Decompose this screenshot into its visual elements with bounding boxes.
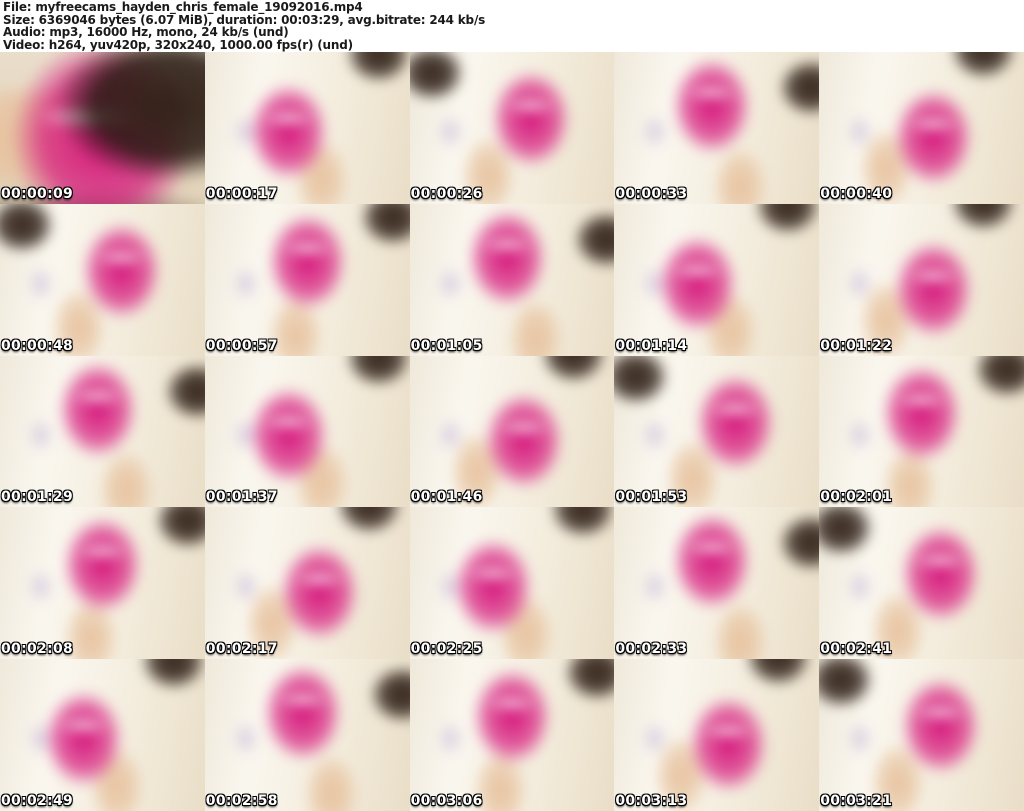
thumbnail-placeholder-art bbox=[0, 507, 205, 660]
timestamp-overlay: 00:00:57 bbox=[205, 337, 278, 354]
thumbnail-placeholder-art bbox=[819, 203, 1024, 356]
timestamp-overlay: 00:00:33 bbox=[615, 185, 688, 202]
thumbnail-cell: 00:00:57 bbox=[204, 203, 410, 356]
timestamp-overlay: 00:02:08 bbox=[1, 641, 74, 658]
thumbnail-cell: 00:02:33 bbox=[614, 507, 820, 660]
thumbnail-placeholder-art bbox=[0, 355, 205, 508]
timestamp-overlay: 00:03:13 bbox=[615, 792, 688, 809]
thumbnail-cell: 00:01:29 bbox=[0, 355, 205, 508]
thumbnail-cell: 00:01:46 bbox=[409, 355, 615, 508]
thumbnail-cell: 00:02:41 bbox=[819, 507, 1024, 660]
timestamp-overlay: 00:01:14 bbox=[615, 337, 688, 354]
timestamp-overlay: 00:00:40 bbox=[820, 185, 893, 202]
thumbnail-placeholder-art bbox=[819, 355, 1024, 508]
thumbnail-cell: 00:02:49 bbox=[0, 659, 205, 811]
timestamp-overlay: 00:02:49 bbox=[1, 792, 74, 809]
timestamp-overlay: 00:00:48 bbox=[1, 337, 74, 354]
thumbnail-placeholder-art bbox=[0, 203, 205, 356]
thumbnail-cell: 00:01:22 bbox=[819, 203, 1024, 356]
thumbnail-placeholder-art bbox=[409, 355, 615, 508]
thumbnail-placeholder-art bbox=[204, 507, 410, 660]
video-contact-sheet: File: myfreecams_hayden_chris_female_190… bbox=[0, 0, 1024, 811]
timestamp-overlay: 00:03:06 bbox=[410, 792, 483, 809]
thumbnail-placeholder-art bbox=[614, 203, 820, 356]
timestamp-overlay: 00:02:58 bbox=[205, 792, 278, 809]
thumbnail-cell: 00:00:09 bbox=[0, 52, 205, 204]
thumbnail-cell: 00:00:40 bbox=[819, 52, 1024, 204]
timestamp-overlay: 00:02:17 bbox=[205, 641, 278, 658]
thumbnail-cell: 00:00:48 bbox=[0, 203, 205, 356]
thumbnail-cell: 00:01:37 bbox=[204, 355, 410, 508]
thumbnail-placeholder-art bbox=[409, 52, 615, 204]
thumbnail-cell: 00:02:25 bbox=[409, 507, 615, 660]
thumbnail-placeholder-art bbox=[0, 52, 205, 204]
thumbnail-placeholder-art bbox=[409, 659, 615, 811]
timestamp-overlay: 00:02:25 bbox=[410, 641, 483, 658]
timestamp-overlay: 00:00:09 bbox=[1, 185, 74, 202]
thumbnail-cell: 00:02:01 bbox=[819, 355, 1024, 508]
timestamp-overlay: 00:01:05 bbox=[410, 337, 483, 354]
thumbnail-placeholder-art bbox=[0, 659, 205, 811]
thumbnail-placeholder-art bbox=[204, 203, 410, 356]
timestamp-overlay: 00:00:17 bbox=[205, 185, 278, 202]
thumbnail-cell: 00:02:58 bbox=[204, 659, 410, 811]
thumbnail-placeholder-art bbox=[614, 52, 820, 204]
thumbnail-cell: 00:01:14 bbox=[614, 203, 820, 356]
thumbnail-placeholder-art bbox=[204, 659, 410, 811]
thumbnail-cell: 00:03:06 bbox=[409, 659, 615, 811]
timestamp-overlay: 00:01:53 bbox=[615, 489, 688, 506]
thumbnail-cell: 00:03:13 bbox=[614, 659, 820, 811]
thumbnail-grid: 00:00:09 00:00:17 00:00:26 00:00:33 00:0… bbox=[0, 52, 1024, 811]
file-name-line: File: myfreecams_hayden_chris_female_190… bbox=[3, 0, 363, 14]
thumbnail-placeholder-art bbox=[819, 52, 1024, 204]
thumbnail-placeholder-art bbox=[204, 52, 410, 204]
thumbnail-cell: 00:02:17 bbox=[204, 507, 410, 660]
thumbnail-cell: 00:01:05 bbox=[409, 203, 615, 356]
thumbnail-cell: 00:02:08 bbox=[0, 507, 205, 660]
thumbnail-placeholder-art bbox=[614, 355, 820, 508]
timestamp-overlay: 00:03:21 bbox=[820, 792, 893, 809]
thumbnail-placeholder-art bbox=[614, 659, 820, 811]
timestamp-overlay: 00:02:33 bbox=[615, 641, 688, 658]
thumbnail-cell: 00:01:53 bbox=[614, 355, 820, 508]
thumbnail-placeholder-art bbox=[614, 507, 820, 660]
thumbnail-cell: 00:00:26 bbox=[409, 52, 615, 204]
video-info-line: Video: h264, yuv420p, 320x240, 1000.00 f… bbox=[3, 38, 353, 53]
file-info-header: File: myfreecams_hayden_chris_female_190… bbox=[0, 0, 1024, 52]
thumbnail-placeholder-art bbox=[409, 507, 615, 660]
timestamp-overlay: 00:01:29 bbox=[1, 489, 74, 506]
thumbnail-cell: 00:00:33 bbox=[614, 52, 820, 204]
thumbnail-cell: 00:00:17 bbox=[204, 52, 410, 204]
timestamp-overlay: 00:01:22 bbox=[820, 337, 893, 354]
thumbnail-placeholder-art bbox=[819, 659, 1024, 811]
thumbnail-placeholder-art bbox=[819, 507, 1024, 660]
timestamp-overlay: 00:02:41 bbox=[820, 641, 893, 658]
thumbnail-cell: 00:03:21 bbox=[819, 659, 1024, 811]
thumbnail-placeholder-art bbox=[409, 203, 615, 356]
thumbnail-placeholder-art bbox=[204, 355, 410, 508]
timestamp-overlay: 00:00:26 bbox=[410, 185, 483, 202]
timestamp-overlay: 00:01:46 bbox=[410, 489, 483, 506]
timestamp-overlay: 00:02:01 bbox=[820, 489, 893, 506]
timestamp-overlay: 00:01:37 bbox=[205, 489, 278, 506]
